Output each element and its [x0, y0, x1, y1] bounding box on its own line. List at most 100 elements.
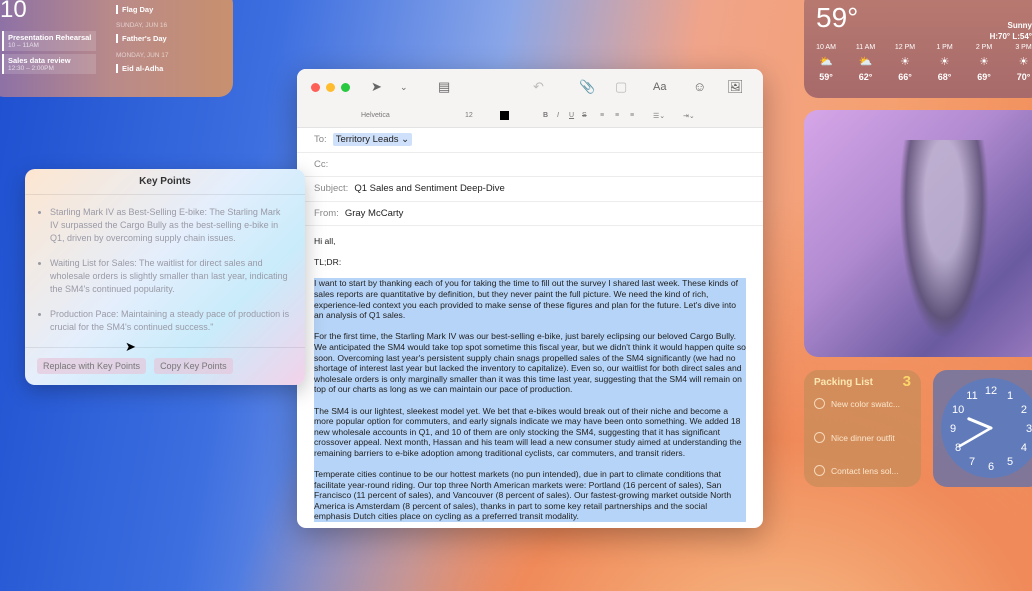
mouse-cursor-icon: ➤: [125, 339, 136, 354]
hour-temp: 62°: [858, 72, 873, 82]
subject-value[interactable]: Q1 Sales and Sentiment Deep-Dive: [354, 183, 505, 194]
reminders-widget[interactable]: Packing List 3 New color swatc... Nice d…: [804, 370, 921, 487]
font-size-select[interactable]: 12: [465, 112, 473, 119]
hour-label: 11 AM: [855, 44, 876, 51]
event-title: Sales data review: [8, 56, 71, 65]
zoom-button[interactable]: [341, 83, 350, 92]
current-temp: 59°: [816, 2, 859, 33]
hour-temp: 70°: [1016, 72, 1031, 82]
subject-field[interactable]: Subject: Q1 Sales and Sentiment Deep-Dive: [297, 177, 763, 202]
cc-label: Cc:: [314, 158, 329, 170]
calendar-widget[interactable]: 10 Presentation Rehearsal 10 – 11AM Sales…: [0, 0, 233, 97]
key-point: Starling Mark IV as Best-Selling E-bike:…: [50, 206, 291, 245]
recipient-chip[interactable]: Territory Leads ⌄: [332, 133, 413, 147]
clock-number: 6: [988, 461, 994, 473]
hour-label: 2 PM: [975, 44, 993, 51]
emoji-icon[interactable]: ☺: [693, 79, 706, 94]
clock-face: 12 12 3 45 6 78 9 1011: [941, 378, 1032, 478]
calendar-day: 10: [0, 0, 27, 23]
key-point: Production Pace: Maintaining a steady pa…: [50, 308, 291, 334]
align-right-icon[interactable]: ≡: [630, 112, 634, 119]
markup-icon[interactable]: ▢: [615, 79, 627, 95]
sun-icon: ☀: [939, 56, 950, 68]
copy-key-points-button[interactable]: Copy Key Points: [154, 358, 233, 374]
greeting: Hi all,: [314, 236, 336, 246]
photo-widget[interactable]: [804, 110, 1032, 357]
clock-number: 9: [950, 423, 956, 435]
clock-number: 2: [1021, 404, 1027, 416]
event-time: 10 – 11AM: [8, 42, 39, 49]
panel-title: Key Points: [25, 169, 305, 195]
attachment-icon[interactable]: 📎: [579, 79, 595, 95]
clock-number: 7: [969, 456, 975, 468]
clock-number: 10: [952, 404, 964, 416]
hour-temp: 68°: [937, 72, 952, 82]
hour-label: 10 AM: [816, 44, 836, 51]
header-fields-icon[interactable]: ▤: [438, 79, 450, 95]
italic-icon[interactable]: I: [557, 112, 559, 119]
checkbox-icon[interactable]: [814, 465, 825, 476]
clock-number: 8: [955, 442, 961, 454]
chevron-down-icon[interactable]: ⌄: [400, 82, 408, 93]
clock-number: 1: [1007, 390, 1013, 402]
calendar-event[interactable]: Sales data review 12:30 – 2:00PM: [2, 54, 96, 74]
font-select[interactable]: Helvetica: [361, 112, 390, 119]
selected-text[interactable]: I want to start by thanking each of you …: [314, 278, 746, 523]
sun-icon: ☀: [979, 56, 989, 68]
sun-icon: ☀: [1018, 56, 1029, 68]
checkbox-icon[interactable]: [814, 398, 825, 409]
mail-compose-window[interactable]: ➤ ⌄ ▤ ↶ 📎 ▢ Aa ☺ 🖼 Helvetica 12 B I U S …: [297, 69, 763, 528]
holiday: Eid al-Adha: [116, 64, 163, 73]
message-body[interactable]: Hi all, TL;DR: I want to start by thanki…: [297, 226, 763, 528]
reply-icon[interactable]: ↶: [533, 79, 544, 95]
item-label: Contact lens sol...: [831, 465, 899, 476]
paragraph: For the first time, the Starling Mark IV…: [314, 331, 746, 395]
date-header: SUNDAY, JUN 16: [116, 22, 168, 29]
from-value[interactable]: Gray McCarty: [345, 208, 404, 219]
holiday: Father's Day: [116, 34, 167, 43]
holiday: Flag Day: [116, 5, 153, 14]
checkbox-icon[interactable]: [814, 432, 825, 443]
format-icon[interactable]: Aa: [653, 81, 666, 93]
hour-temp: 69°: [977, 72, 991, 82]
weather-widget[interactable]: 59° Sunny H:70° L:54° 10 AM ⛅ 59° 11 AM ⛅ 62° 1…: [804, 0, 1032, 98]
list-icon[interactable]: ☰⌄: [653, 112, 665, 120]
close-button[interactable]: [311, 83, 320, 92]
strikethrough-icon[interactable]: S: [582, 112, 587, 119]
tldr: TL;DR:: [314, 257, 342, 268]
key-points-panel: Key Points Starling Mark IV as Best-Sell…: [25, 169, 305, 385]
list-item[interactable]: Contact lens sol...: [814, 465, 899, 476]
condition: Sunny: [1007, 21, 1032, 30]
to-field[interactable]: To: Territory Leads ⌄: [297, 128, 763, 153]
item-label: New color swatc...: [831, 398, 900, 409]
bold-icon[interactable]: B: [543, 112, 548, 119]
hourly-forecast: 2 PM ☀ 69°: [969, 44, 999, 82]
align-center-icon[interactable]: ≡: [615, 112, 619, 119]
underline-icon[interactable]: U: [569, 112, 574, 119]
minimize-button[interactable]: [326, 83, 335, 92]
list-item[interactable]: New color swatc...: [814, 398, 900, 409]
hourly-forecast: 10 AM ⛅ 59°: [811, 44, 841, 82]
photo-browser-icon[interactable]: 🖼: [727, 79, 744, 95]
cc-field[interactable]: Cc:: [297, 153, 763, 177]
color-swatch[interactable]: [500, 111, 509, 120]
paragraph: Temperate cities continue to be our hott…: [314, 469, 732, 522]
event-time: 12:30 – 2:00PM: [8, 65, 54, 72]
calendar-event[interactable]: Presentation Rehearsal 10 – 11AM: [2, 31, 96, 51]
replace-with-key-points-button[interactable]: Replace with Key Points: [37, 358, 147, 374]
hour-label: 12 PM: [894, 44, 916, 51]
date-header: MONDAY, JUN 17: [116, 52, 169, 59]
sun-icon: ☀: [900, 56, 910, 68]
hourly-forecast: 11 AM ⛅ 62°: [851, 44, 881, 82]
from-field[interactable]: From: Gray McCarty: [297, 202, 763, 226]
send-icon[interactable]: ➤: [371, 79, 382, 95]
align-left-icon[interactable]: ≡: [600, 112, 604, 119]
list-item[interactable]: Nice dinner outfit: [814, 432, 895, 443]
indent-icon[interactable]: ⇥⌄: [683, 112, 695, 120]
from-label: From:: [314, 207, 339, 219]
hourly-forecast: 12 PM ☀ 66°: [890, 44, 920, 82]
partly-cloudy-icon: ⛅: [858, 56, 873, 68]
paragraph: The SM4 is our lightest, sleekest model …: [314, 405, 742, 458]
clock-number: 4: [1021, 442, 1027, 454]
clock-widget[interactable]: 12 1 2 3 4 5 6 7 8 9 10 11: [933, 370, 1032, 487]
